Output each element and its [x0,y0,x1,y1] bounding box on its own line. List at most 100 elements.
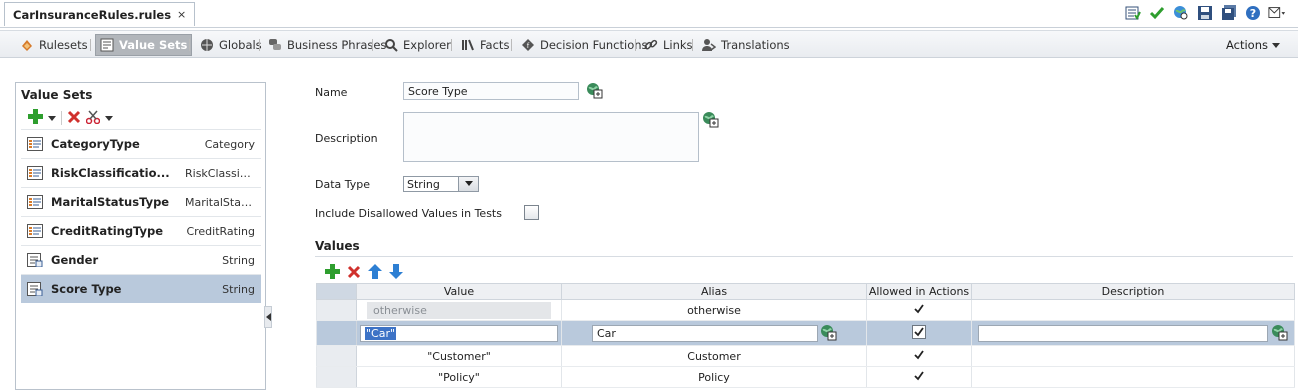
tab-facts[interactable]: Facts [457,34,513,56]
tab-globals[interactable]: Globals [196,34,266,56]
value-cell[interactable]: "Car" [356,320,562,346]
row-gutter[interactable] [316,345,357,367]
include-disallowed-label: Include Disallowed Values in Tests [315,207,502,220]
row-gutter-header [316,283,357,300]
enum-icon [27,224,43,238]
rules-nav-bar: Rulesets Value Sets Globals Business Phr… [0,30,1298,58]
tab-decision-functions[interactable]: f Decision Functions [517,34,652,56]
chevron-down-icon[interactable] [458,177,478,191]
tab-links[interactable]: Links [640,34,697,56]
name-field[interactable]: Score Type [403,82,579,100]
list-item[interactable]: Gender String [21,245,261,274]
row-gutter[interactable] [316,299,357,321]
table-row[interactable]: "Car" Car [316,320,1295,346]
list-icon [27,253,43,268]
globe-icon [200,38,214,52]
description-label: Description [315,132,378,145]
rulesets-icon [20,38,34,52]
values-table: Value Alias Allowed in Actions Descripti… [316,283,1295,388]
description-input[interactable] [978,325,1268,342]
file-tab[interactable]: CarInsuranceRules.rules × [4,2,196,26]
data-type-label: Data Type [315,178,371,191]
value-cell: otherwise [356,299,562,321]
divider [315,256,1293,257]
row-gutter[interactable] [316,320,357,346]
allowed-checkbox[interactable] [912,325,926,339]
editor-tab-bar: CarInsuranceRules.rules × ? [0,0,1298,28]
enum-icon [27,166,43,180]
values-heading: Values [315,239,360,253]
help-icon[interactable]: ? [1244,4,1262,22]
delete-icon[interactable] [67,110,81,127]
move-up-icon[interactable] [368,264,382,282]
values-toolbar [325,264,403,282]
list-item[interactable]: CreditRatingType CreditRating [21,216,261,245]
description-cell [971,366,1295,388]
link-icon [644,38,658,52]
value-sets-icon [100,38,114,52]
enum-icon [27,137,43,151]
search-icon [384,38,398,52]
cut-icon[interactable] [85,110,101,127]
tab-translations[interactable]: Translations [698,34,794,56]
description-cell [971,299,1295,321]
value-sets-title: Value Sets [21,88,93,102]
table-row[interactable]: "Policy" Policy [316,366,1295,388]
collapse-panel-handle[interactable] [264,306,272,328]
check-icon [914,349,924,360]
name-label: Name [315,86,348,99]
close-tab-icon[interactable]: × [177,8,186,21]
move-down-icon[interactable] [389,264,403,282]
include-disallowed-checkbox[interactable] [524,205,539,220]
facts-icon [461,38,475,52]
column-header-value[interactable]: Value [356,283,562,300]
delete-icon[interactable] [347,265,361,282]
list-item[interactable]: MaritalStatusType MaritalStatus [21,187,261,216]
value-cell: "Customer" [356,345,562,367]
tab-value-sets[interactable]: Value Sets [95,34,193,56]
actions-label: Actions [1225,38,1268,52]
expression-builder-icon[interactable] [1271,324,1288,341]
data-type-select[interactable]: String [403,176,479,192]
list-item[interactable]: Score Type String [21,274,261,303]
allowed-cell [866,345,972,367]
mail-dropdown-icon[interactable] [1268,4,1286,22]
cut-dropdown-icon[interactable] [105,112,113,125]
allowed-cell[interactable] [866,320,972,346]
top-toolbar: ? [1124,4,1286,22]
list-item[interactable]: CategoryType Category [21,129,261,158]
expression-builder-icon[interactable] [820,324,837,341]
description-field[interactable] [403,112,699,162]
value-input[interactable]: "Car" [360,325,558,342]
enum-icon [27,195,43,209]
file-tab-title: CarInsuranceRules.rules [13,7,172,22]
actions-menu[interactable]: Actions [1226,34,1280,56]
expression-builder-icon[interactable] [702,111,719,128]
decision-function-icon: f [521,38,535,52]
add-icon[interactable] [28,109,43,127]
row-gutter[interactable] [316,366,357,388]
checkmark-icon[interactable] [1148,4,1166,22]
add-icon[interactable] [325,264,340,282]
column-header-description[interactable]: Description [971,283,1295,300]
table-row[interactable]: otherwise otherwise [316,299,1295,321]
save-icon[interactable] [1196,4,1214,22]
globe-search-icon[interactable] [1172,4,1190,22]
column-header-alias[interactable]: Alias [561,283,867,300]
add-dropdown-icon[interactable] [48,112,56,125]
alias-input[interactable]: Car [592,325,818,342]
list-item[interactable]: RiskClassificatio... RiskClassifi... [21,158,261,187]
check-icon [914,303,924,314]
value-sets-toolbar [28,109,113,127]
check-icon [914,370,924,381]
tab-explorer[interactable]: Explorer [380,34,455,56]
alias-cell[interactable]: Car [561,320,867,346]
alias-cell: Customer [561,345,867,367]
expression-builder-icon[interactable] [586,82,603,99]
tab-rulesets[interactable]: Rulesets [16,34,92,56]
column-header-allowed[interactable]: Allowed in Actions [866,283,972,300]
description-cell[interactable] [971,320,1295,346]
validate-icon[interactable] [1124,4,1142,22]
table-row[interactable]: "Customer" Customer [316,345,1295,367]
save-all-icon[interactable] [1220,4,1238,22]
